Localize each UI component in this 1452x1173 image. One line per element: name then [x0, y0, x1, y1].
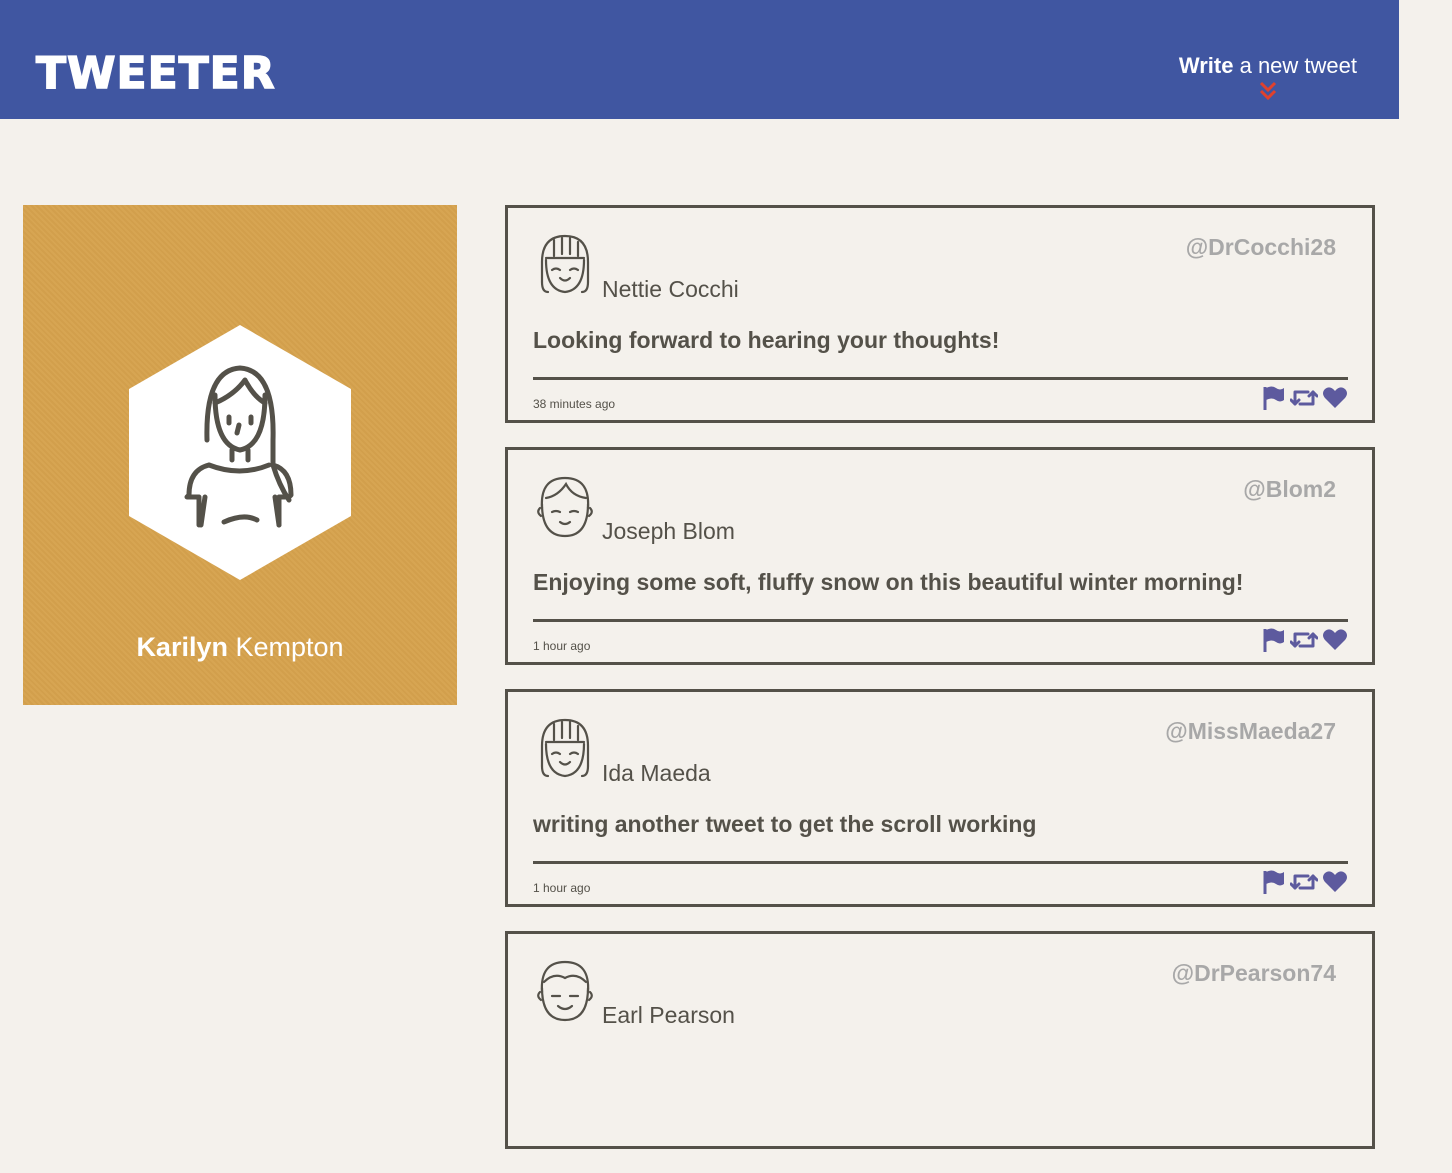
tweet-timestamp: 1 hour ago — [533, 881, 591, 895]
flag-icon[interactable] — [1262, 869, 1286, 895]
heart-icon[interactable] — [1322, 385, 1348, 411]
tweet-timestamp: 38 minutes ago — [533, 397, 616, 411]
man-avatar-icon — [537, 960, 593, 1022]
heart-icon[interactable] — [1322, 627, 1348, 653]
tweet-handle[interactable]: @Blom2 — [1243, 476, 1336, 503]
tweet-content: Enjoying some soft, fluffy snow on this … — [533, 569, 1244, 595]
profile-last-name: Kempton — [227, 632, 344, 662]
tweet-feed: Nettie Cocchi @DrCocchi28 Looking forwar… — [505, 205, 1375, 1173]
tweet-timestamp: 1 hour ago — [533, 639, 591, 653]
flag-icon[interactable] — [1262, 385, 1286, 411]
compose-label-bold: Write — [1178, 53, 1234, 78]
retweet-icon[interactable] — [1290, 627, 1318, 653]
double-chevron-down-icon[interactable] — [1258, 80, 1278, 102]
write-new-tweet-button[interactable]: Write a new tweet — [1179, 52, 1357, 102]
retweet-icon[interactable] — [1290, 385, 1318, 411]
tweet-author: Ida Maeda — [602, 760, 711, 786]
profile-first-name: Karilyn — [136, 632, 228, 662]
profile-avatar-icon — [129, 325, 351, 580]
tweet-card: Earl Pearson @DrPearson74 — [505, 931, 1375, 1149]
tweet-handle[interactable]: @DrCocchi28 — [1186, 234, 1336, 261]
girl-avatar-icon — [540, 718, 590, 778]
boy-avatar-icon — [537, 476, 593, 538]
tweet-author: Nettie Cocchi — [602, 276, 739, 302]
profile-card: Karilyn Kempton — [23, 205, 457, 705]
app-logo[interactable]: TWEETER — [35, 51, 276, 97]
tweet-author: Earl Pearson — [602, 1002, 735, 1028]
tweet-divider — [533, 861, 1348, 864]
heart-icon[interactable] — [1322, 869, 1348, 895]
flag-icon[interactable] — [1262, 627, 1286, 653]
tweet-actions — [1262, 385, 1348, 411]
tweet-handle[interactable]: @MissMaeda27 — [1165, 718, 1336, 745]
compose-label-rest: a new tweet — [1233, 53, 1357, 78]
tweet-content: Looking forward to hearing your thoughts… — [533, 327, 1000, 353]
tweet-handle[interactable]: @DrPearson74 — [1172, 960, 1336, 987]
top-nav: TWEETER Write a new tweet — [0, 0, 1399, 119]
tweet-card: Joseph Blom @Blom2 Enjoying some soft, f… — [505, 447, 1375, 665]
tweet-actions — [1262, 627, 1348, 653]
tweet-actions — [1262, 869, 1348, 895]
tweet-content: writing another tweet to get the scroll … — [533, 811, 1037, 837]
profile-user-name: Karilyn Kempton — [23, 632, 457, 663]
tweet-card: Ida Maeda @MissMaeda27 writing another t… — [505, 689, 1375, 907]
girl-avatar-icon — [540, 234, 590, 294]
tweet-divider — [533, 377, 1348, 380]
tweet-card: Nettie Cocchi @DrCocchi28 Looking forwar… — [505, 205, 1375, 423]
retweet-icon[interactable] — [1290, 869, 1318, 895]
tweet-divider — [533, 619, 1348, 622]
tweet-author: Joseph Blom — [602, 518, 735, 544]
